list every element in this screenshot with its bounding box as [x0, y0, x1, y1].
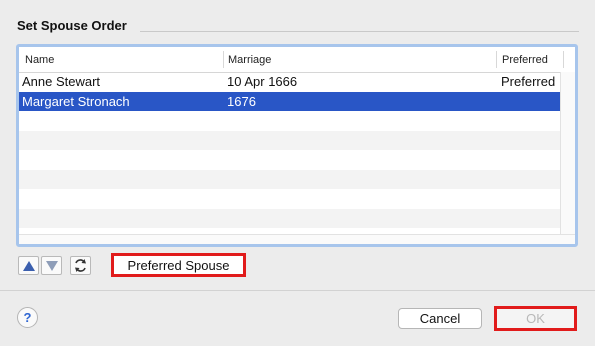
triangle-up-icon	[23, 261, 35, 271]
table-header: Name Marriage Preferred	[19, 47, 575, 73]
cell-marriage: 1676	[227, 93, 256, 109]
empty-row	[19, 150, 561, 170]
sort-button[interactable]	[70, 256, 91, 275]
empty-row	[19, 208, 561, 228]
column-separator	[496, 51, 497, 68]
help-button[interactable]: ?	[17, 307, 38, 328]
column-header-name[interactable]: Name	[25, 54, 54, 66]
empty-row	[19, 169, 561, 189]
refresh-sort-icon	[75, 259, 86, 272]
column-header-marriage[interactable]: Marriage	[228, 54, 271, 66]
table-row[interactable]: Anne Stewart 10 Apr 1666 Preferred	[19, 72, 561, 92]
title-divider	[140, 31, 579, 32]
cell-name: Anne Stewart	[22, 74, 101, 89]
cell-name: Margaret Stronach	[22, 93, 130, 109]
triangle-down-icon	[46, 261, 58, 271]
move-up-button[interactable]	[18, 256, 39, 275]
dialog-title: Set Spouse Order	[17, 18, 127, 33]
horizontal-scrollbar[interactable]	[19, 234, 575, 244]
move-down-button[interactable]	[41, 256, 62, 275]
column-header-preferred[interactable]: Preferred	[502, 54, 548, 66]
empty-row	[19, 111, 561, 131]
table-body: Anne Stewart 10 Apr 1666 Preferred Marga…	[19, 72, 561, 228]
table-row-selected[interactable]: Margaret Stronach 1676	[19, 91, 561, 111]
spouse-table[interactable]: Name Marriage Preferred Anne Stewart 10 …	[16, 44, 578, 247]
empty-row	[19, 189, 561, 209]
empty-row	[19, 130, 561, 150]
column-separator	[563, 51, 564, 68]
cancel-button[interactable]: Cancel	[398, 308, 482, 329]
vertical-scrollbar[interactable]	[560, 72, 575, 235]
ok-button[interactable]: OK	[494, 306, 577, 331]
column-separator	[223, 51, 224, 68]
cell-preferred: Preferred	[501, 74, 556, 89]
footer-divider	[0, 290, 595, 291]
cell-marriage: 10 Apr 1666	[227, 74, 298, 89]
preferred-spouse-button[interactable]: Preferred Spouse	[111, 253, 246, 277]
